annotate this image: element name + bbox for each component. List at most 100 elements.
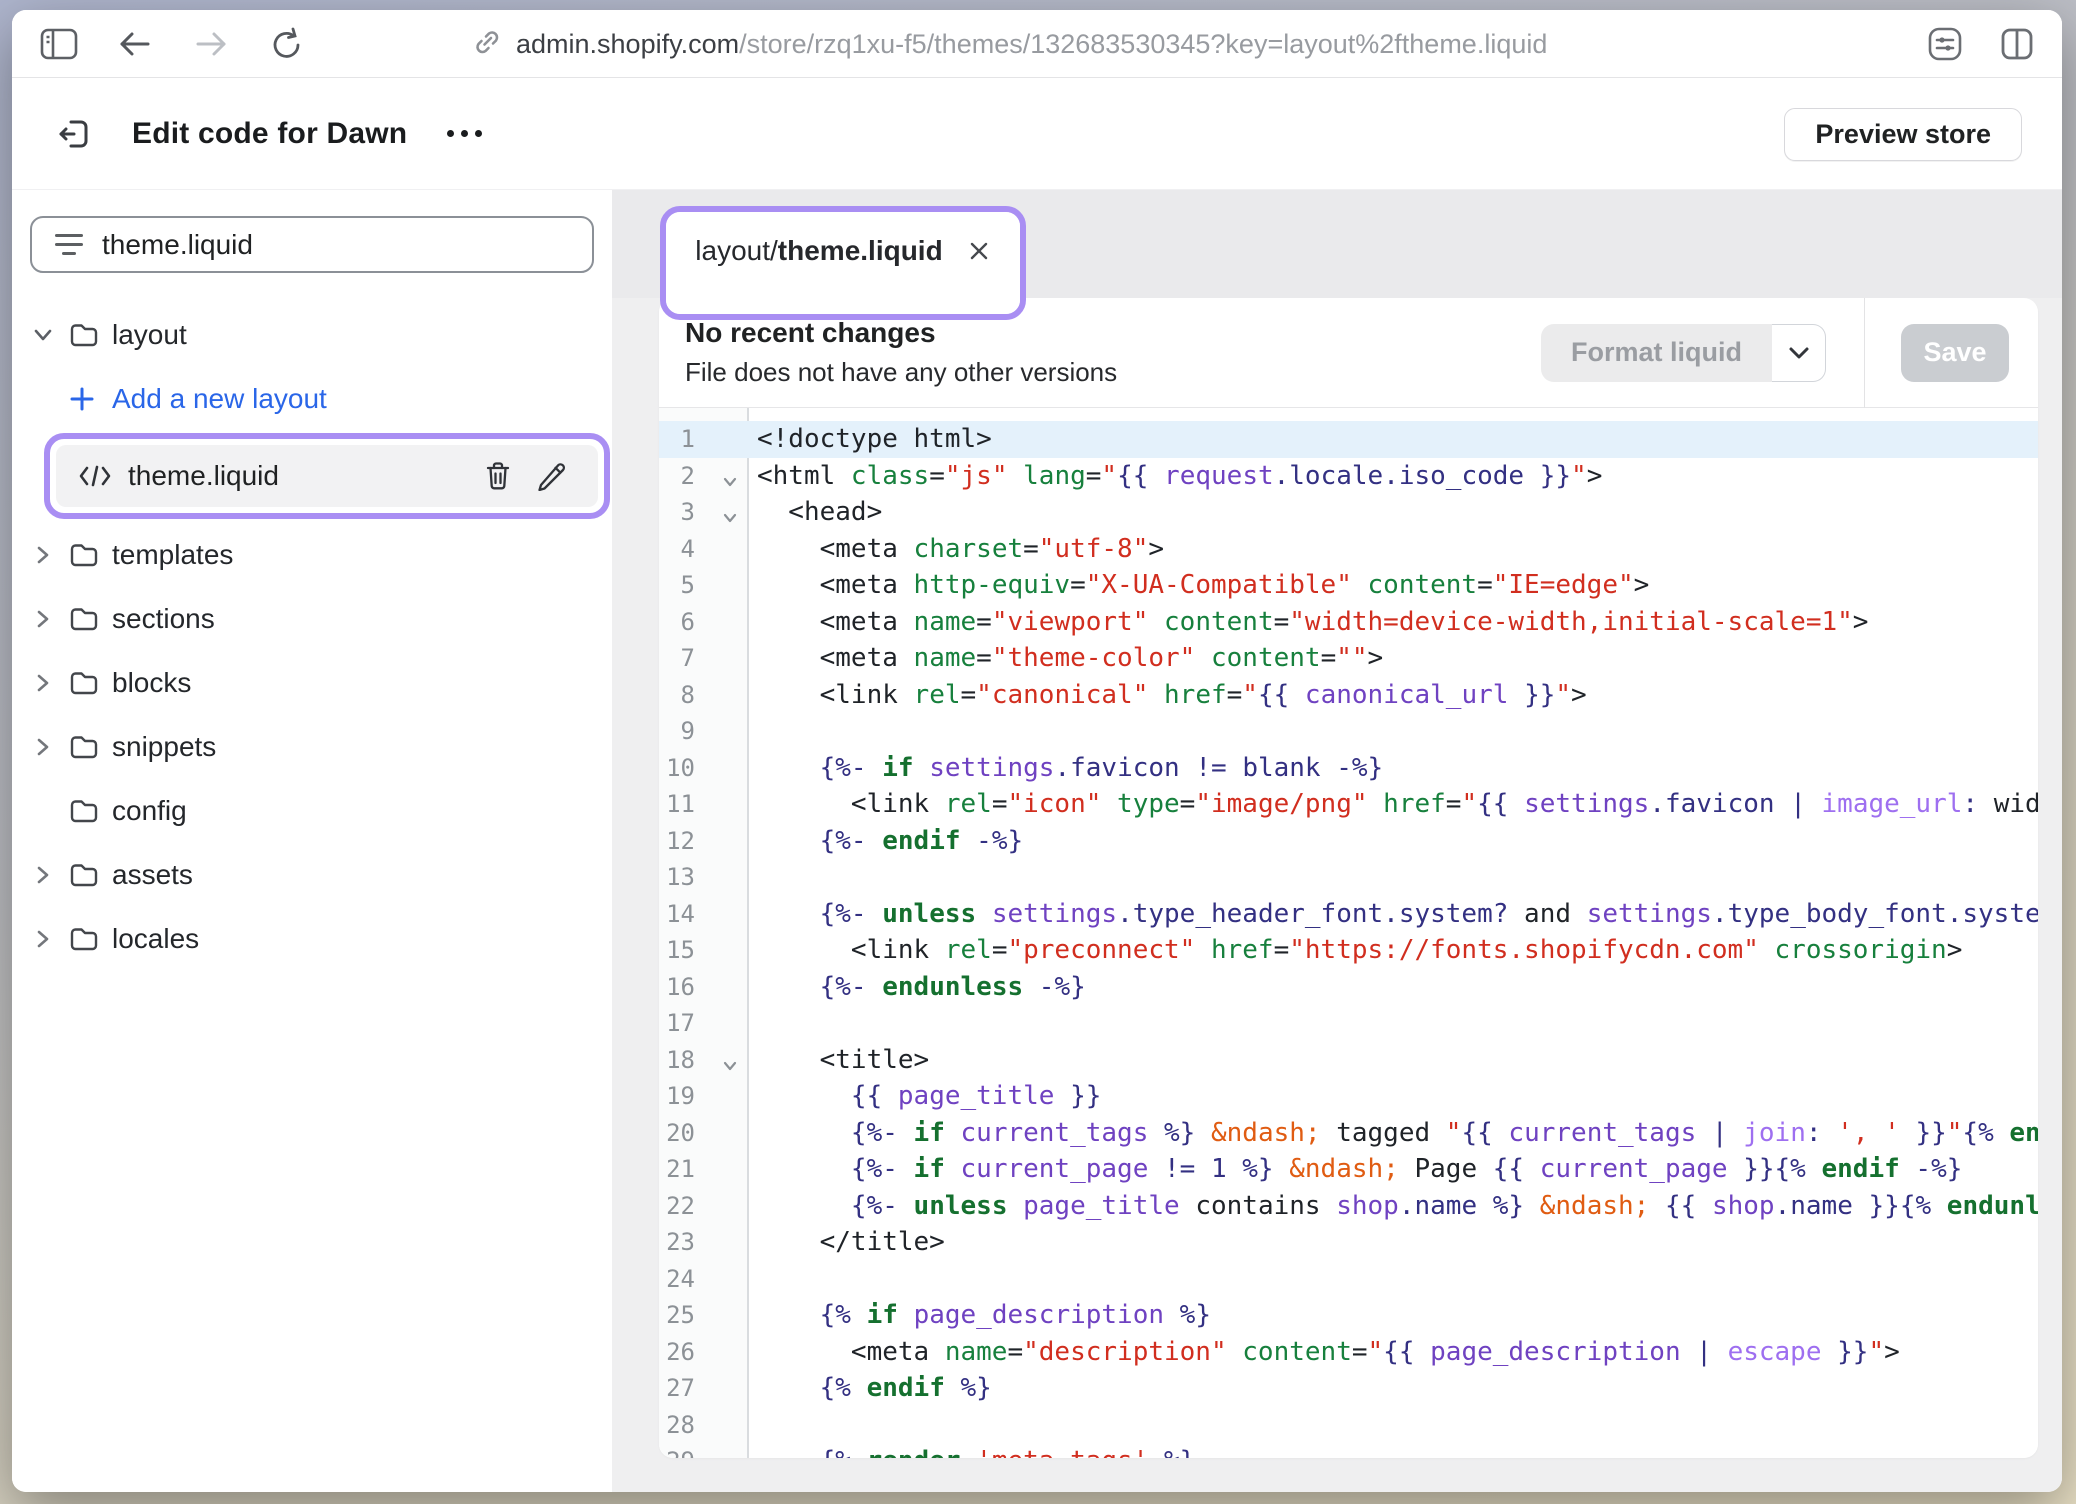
format-liquid-button[interactable]: Format liquid (1541, 324, 1772, 382)
code-line[interactable]: 10 {%- if settings.favicon != blank -%} (659, 750, 2038, 787)
code-line[interactable]: 12 {%- endif -%} (659, 823, 2038, 860)
tree-item-blocks[interactable]: blocks (30, 651, 594, 715)
line-number: 19 (659, 1082, 747, 1110)
code-line-text: <link rel="preconnect" href="https://fon… (747, 935, 1962, 965)
code-line[interactable]: 7 <meta name="theme-color" content=""> (659, 640, 2038, 677)
tree-item-label: assets (112, 859, 193, 891)
browser-window: admin.shopify.com/store/rzq1xu-f5/themes… (12, 10, 2062, 1492)
line-number: 15 (659, 936, 747, 964)
search-input[interactable] (102, 229, 542, 261)
browser-toolbar: admin.shopify.com/store/rzq1xu-f5/themes… (12, 10, 2062, 78)
code-line[interactable]: 3 <head> (659, 494, 2038, 531)
page-settings-icon[interactable] (1922, 21, 1968, 67)
line-number: 29 (659, 1447, 747, 1458)
code-line[interactable]: 13 (659, 859, 2038, 896)
fold-toggle[interactable] (721, 1053, 739, 1081)
reload-icon[interactable] (264, 21, 310, 67)
file-tree: layoutAdd a new layouttheme.liquidtempla… (30, 303, 594, 971)
code-line[interactable]: 6 <meta name="viewport" content="width=d… (659, 604, 2038, 641)
tree-item-config[interactable]: config (30, 779, 594, 843)
tab-theme-liquid[interactable]: layout/theme.liquid (666, 212, 1020, 314)
actions-divider (1864, 298, 1865, 408)
file-search-box[interactable] (30, 216, 594, 273)
fold-toggle[interactable] (721, 505, 739, 533)
preview-store-button[interactable]: Preview store (1784, 108, 2022, 161)
split-view-icon[interactable] (1994, 21, 2040, 67)
code-line-text: <html class="js" lang="{{ request.locale… (747, 461, 1602, 491)
code-editor-card: No recent changes File does not have any… (659, 298, 2038, 1458)
line-number: 3 (659, 498, 747, 526)
back-button-icon[interactable] (112, 21, 158, 67)
tree-item-snippets[interactable]: snippets (30, 715, 594, 779)
delete-file-button[interactable] (472, 461, 524, 491)
code-line-text: <meta name="theme-color" content=""> (747, 643, 1383, 673)
tree-item-templates[interactable]: templates (30, 523, 594, 587)
code-line-text: </title> (747, 1227, 945, 1257)
code-line[interactable]: 23 </title> (659, 1224, 2038, 1261)
exit-editor-icon[interactable] (52, 112, 96, 156)
code-line[interactable]: 20 {%- if current_tags %} &ndash; tagged… (659, 1115, 2038, 1152)
more-menu-button[interactable] (447, 119, 482, 149)
code-line[interactable]: 17 (659, 1005, 2038, 1042)
code-line[interactable]: 24 (659, 1261, 2038, 1298)
code-line[interactable]: 5 <meta http-equiv="X-UA-Compatible" con… (659, 567, 2038, 604)
code-line[interactable]: 27 {% endif %} (659, 1370, 2038, 1407)
close-tab-icon[interactable] (967, 239, 991, 263)
code-line[interactable]: 22 {%- unless page_title contains shop.n… (659, 1188, 2038, 1225)
code-line[interactable]: 9 (659, 713, 2038, 750)
code-line[interactable]: 29 {% render 'meta-tags' %} (659, 1443, 2038, 1458)
filter-icon (54, 234, 84, 255)
tree-item-label: blocks (112, 667, 191, 699)
chevron-right-icon (30, 606, 56, 632)
code-line[interactable]: 1<!doctype html> (659, 421, 2038, 458)
tree-item-label: templates (112, 539, 233, 571)
code-line[interactable]: 25 {% if page_description %} (659, 1297, 2038, 1334)
code-area[interactable]: 1<!doctype html>2<html class="js" lang="… (659, 408, 2038, 1458)
tree-item-layout[interactable]: layout (30, 303, 594, 367)
line-number: 23 (659, 1228, 747, 1256)
page-title: Edit code for Dawn (132, 117, 407, 151)
line-number: 9 (659, 717, 747, 745)
tree-item-label: sections (112, 603, 215, 635)
code-line[interactable]: 2<html class="js" lang="{{ request.local… (659, 458, 2038, 495)
tree-item-assets[interactable]: assets (30, 843, 594, 907)
code-line-text: <title> (747, 1045, 929, 1075)
address-bar[interactable]: admin.shopify.com/store/rzq1xu-f5/themes… (472, 10, 1547, 78)
code-line-text: {%- if current_page != 1 %} &ndash; Page… (747, 1154, 1962, 1184)
tree-item-label: layout (112, 319, 187, 351)
code-line[interactable]: 26 <meta name="description" content="{{ … (659, 1334, 2038, 1371)
code-line[interactable]: 14 {%- unless settings.type_header_font.… (659, 896, 2038, 933)
chevron-down-icon (1788, 346, 1810, 360)
code-line[interactable]: 19 {{ page_title }} (659, 1078, 2038, 1115)
format-dropdown-button[interactable] (1772, 324, 1826, 382)
delete-icon (484, 461, 512, 491)
forward-button-icon[interactable] (188, 21, 234, 67)
code-line[interactable]: 8 <link rel="canonical" href="{{ canonic… (659, 677, 2038, 714)
folder-icon (68, 604, 100, 634)
code-line[interactable]: 21 {%- if current_page != 1 %} &ndash; P… (659, 1151, 2038, 1188)
line-number: 5 (659, 571, 747, 599)
code-line[interactable]: 28 (659, 1407, 2038, 1444)
tree-item-theme-liquid[interactable]: theme.liquid (56, 445, 598, 507)
save-button[interactable]: Save (1901, 324, 2009, 382)
code-line[interactable]: 11 <link rel="icon" type="image/png" hre… (659, 786, 2038, 823)
tree-item-sections[interactable]: sections (30, 587, 594, 651)
sidebar-toggle-icon[interactable] (36, 21, 82, 67)
line-number: 28 (659, 1411, 747, 1439)
rename-file-button[interactable] (524, 461, 576, 491)
code-line[interactable]: 18 <title> (659, 1042, 2038, 1079)
url-domain: admin.shopify.com (516, 29, 739, 59)
tree-item-add-layout[interactable]: Add a new layout (30, 367, 594, 431)
fold-toggle[interactable] (721, 469, 739, 497)
code-line-text: <meta name="viewport" content="width=dev… (747, 607, 1868, 637)
folder-icon (68, 668, 100, 698)
line-number: 4 (659, 535, 747, 563)
selected-file-highlight: theme.liquid (44, 433, 610, 519)
code-line-text: {% render 'meta-tags' %} (747, 1446, 1195, 1458)
code-line[interactable]: 4 <meta charset="utf-8"> (659, 531, 2038, 568)
line-number: 22 (659, 1192, 747, 1220)
code-line[interactable]: 16 {%- endunless -%} (659, 969, 2038, 1006)
tree-item-locales[interactable]: locales (30, 907, 594, 971)
code-line[interactable]: 15 <link rel="preconnect" href="https://… (659, 932, 2038, 969)
code-line-text: {%- endunless -%} (747, 972, 1086, 1002)
